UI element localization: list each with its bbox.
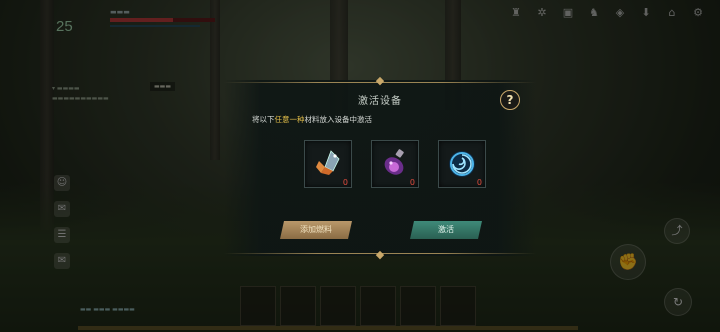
- instruction-text: 将以下任意一种材料放入设备中激活: [252, 114, 372, 125]
- activate-device-dialog: ◆ ◆ 激活设备 ? 将以下任意一种材料放入设备中激活 0 0 0 添加燃料 激…: [224, 75, 536, 260]
- purple-potion-icon: [384, 149, 404, 175]
- crystal-shard-icon: [316, 150, 340, 175]
- item-count: 0: [342, 178, 348, 187]
- item-count: 0: [409, 178, 415, 187]
- material-slot[interactable]: 0: [371, 140, 419, 188]
- item-count: 0: [476, 178, 482, 187]
- activate-button[interactable]: 激活: [410, 221, 482, 239]
- blue-swirl-orb-icon: [449, 151, 475, 177]
- material-slot[interactable]: 0: [304, 140, 352, 188]
- dialog-title: 激活设备: [358, 96, 402, 107]
- material-slot[interactable]: 0: [438, 140, 486, 188]
- ornament-icon: ◆: [375, 74, 385, 87]
- instruction-suffix: 材料放入设备中激活: [304, 115, 373, 124]
- add-fuel-button[interactable]: 添加燃料: [280, 221, 352, 239]
- help-icon[interactable]: ?: [500, 90, 520, 110]
- instruction-highlight: 任意一种: [274, 115, 305, 124]
- ornament-icon: ◆: [375, 248, 385, 261]
- material-slots: 0 0 0: [304, 140, 486, 188]
- instruction-prefix: 将以下: [252, 115, 275, 124]
